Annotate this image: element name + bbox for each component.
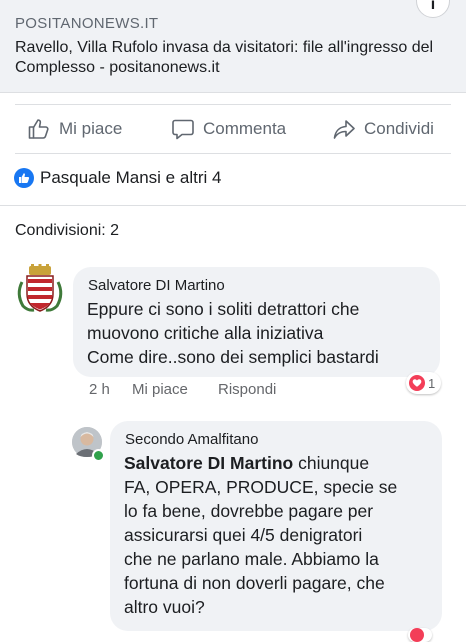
reactions-text: Pasquale Mansi e altri 4 bbox=[40, 168, 222, 187]
info-icon[interactable]: i bbox=[416, 0, 450, 18]
avatar[interactable] bbox=[14, 264, 66, 316]
thumbs-up-icon bbox=[28, 119, 49, 139]
comment-icon bbox=[172, 119, 194, 140]
mention-tag[interactable]: Salvatore DI Martino bbox=[124, 453, 293, 473]
online-status-indicator bbox=[92, 449, 105, 462]
reaction-count: 1 bbox=[428, 375, 436, 391]
share-button[interactable]: Condividi bbox=[332, 113, 434, 145]
comment-reply-link[interactable]: Rispondi bbox=[218, 381, 276, 398]
share-arrow-icon bbox=[333, 120, 355, 139]
like-button-label: Mi piace bbox=[59, 119, 123, 138]
comment-line: Eppure ci sono i soliti detrattori che bbox=[87, 299, 360, 319]
comment-line-text: chiunque bbox=[293, 453, 370, 473]
like-reaction-icon bbox=[14, 168, 34, 188]
comment-line: FA, OPERA, PRODUCE, specie se bbox=[124, 477, 398, 497]
comment-button-label: Commenta bbox=[203, 119, 287, 138]
comment-line: altro vuoi? bbox=[124, 597, 205, 617]
comment-line: Salvatore DI Martino chiunque bbox=[124, 451, 436, 475]
link-title[interactable]: Ravello, Villa Rufolo invasa da visitato… bbox=[15, 38, 435, 78]
comment-timestamp[interactable]: 2 h bbox=[89, 381, 110, 398]
heart-icon bbox=[409, 375, 425, 391]
comment-line: Come dire..sono dei semplici bastardi bbox=[87, 347, 379, 367]
comment-author[interactable]: Secondo Amalfitano bbox=[125, 431, 258, 448]
divider bbox=[0, 205, 466, 206]
shares-count[interactable]: Condivisioni: 2 bbox=[15, 222, 119, 240]
comment-line: lo fa bene, dovrebbe pagare per bbox=[124, 501, 374, 521]
reaction-count-badge[interactable]: 1 bbox=[406, 372, 442, 394]
divider bbox=[15, 104, 451, 105]
link-preview-card[interactable]: POSITANONEWS.IT Ravello, Villa Rufolo in… bbox=[0, 0, 466, 93]
link-domain: POSITANONEWS.IT bbox=[15, 15, 159, 32]
reactions-summary[interactable]: Pasquale Mansi e altri 4 bbox=[14, 168, 221, 188]
comment-bubble[interactable]: Salvatore DI Martino Eppure ci sono i so… bbox=[73, 267, 440, 377]
coat-of-arms-icon bbox=[17, 264, 63, 312]
comment-line: fortuna di non doverli pagare, che bbox=[124, 573, 385, 593]
comment-line: muovono critiche alla iniziativa bbox=[87, 323, 324, 343]
like-button[interactable]: Mi piace bbox=[27, 113, 122, 145]
comment-author[interactable]: Salvatore DI Martino bbox=[88, 277, 225, 294]
share-button-label: Condividi bbox=[364, 119, 434, 138]
comment-line: che ne parlano male. Abbiamo la bbox=[124, 549, 379, 569]
divider bbox=[15, 153, 451, 154]
comment-text: Salvatore DI Martino chiunque FA, OPERA,… bbox=[124, 451, 436, 619]
comment-bubble[interactable]: Secondo Amalfitano Salvatore DI Martino … bbox=[110, 421, 442, 631]
comment-text: Eppure ci sono i soliti detrattori che m… bbox=[87, 297, 379, 369]
comment-button[interactable]: Commenta bbox=[171, 113, 286, 145]
comment-line: assicurarsi quei 4/5 denigratori bbox=[124, 525, 363, 545]
comment-like-link[interactable]: Mi piace bbox=[132, 381, 188, 398]
